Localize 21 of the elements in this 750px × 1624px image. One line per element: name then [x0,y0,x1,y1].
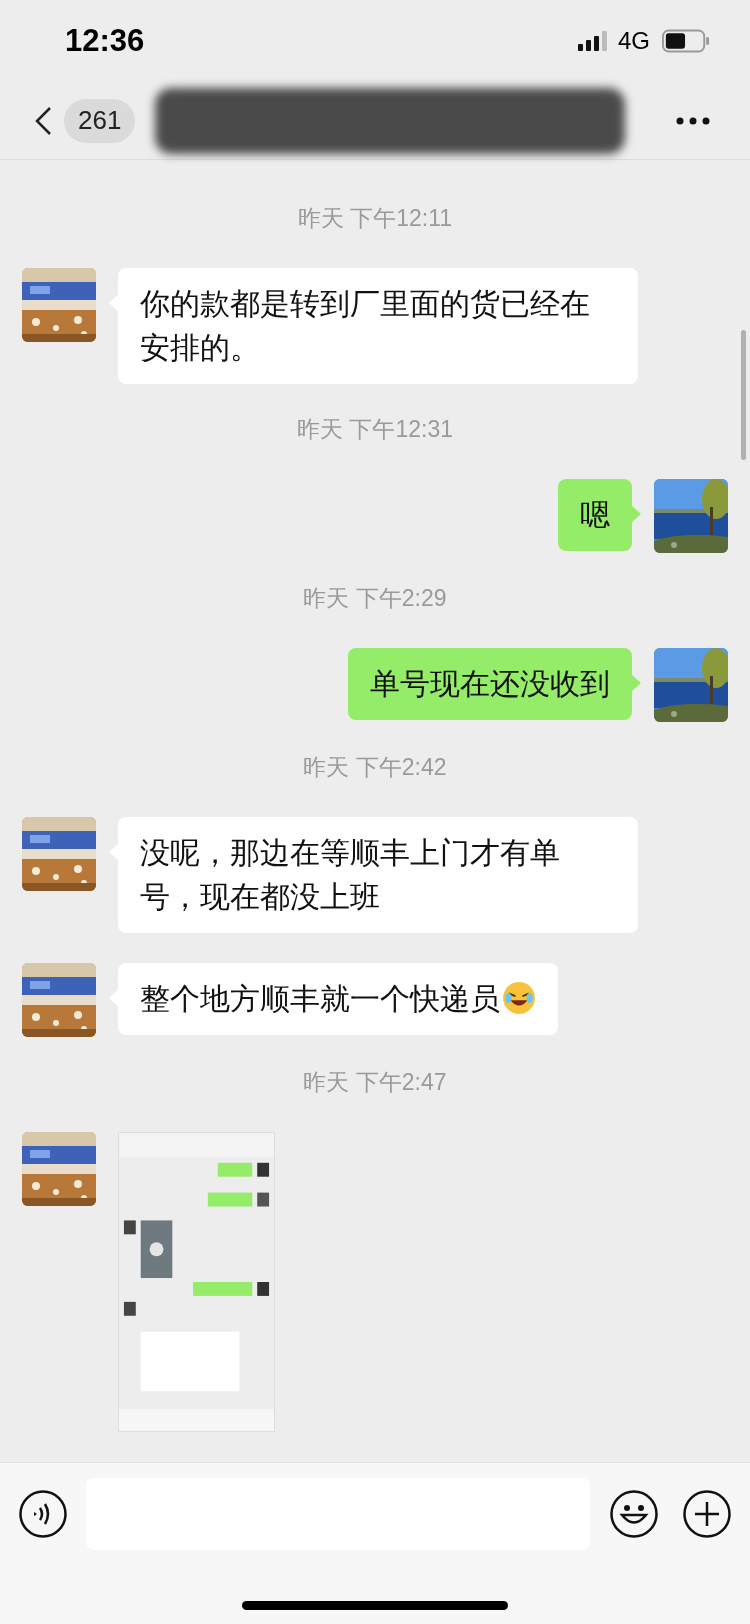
more-icon[interactable] [676,116,710,125]
unread-count[interactable]: 261 [64,98,136,143]
message-text: 整个地方顺丰就一个快递员 [140,982,500,1015]
message-text: 没呢，那边在等顺丰上门才有单号，现在都没上班 [140,836,560,913]
voice-icon[interactable] [19,1490,67,1538]
emoji-icon[interactable] [610,1490,658,1538]
timestamp: 昨天 下午2:42 [303,753,447,782]
message-text: 嗯 [580,498,610,531]
timestamp: 昨天 下午2:29 [303,584,447,613]
status-time: 12:36 [65,21,145,60]
timestamp: 昨天 下午12:31 [297,415,453,444]
message-text: 单号现在还没收到 [370,667,610,700]
laughing-face-icon [502,981,536,1015]
plus-icon[interactable] [683,1490,731,1538]
network-type: 4G [618,26,650,56]
signal-icon [578,31,610,51]
message-text: 你的款都是转到厂里面的货已经在安排的。 [140,287,590,364]
timestamp: 昨天 下午2:47 [303,1068,447,1097]
timestamp: 昨天 下午12:11 [297,204,453,233]
battery-icon [662,29,710,53]
back-icon[interactable] [34,105,52,136]
